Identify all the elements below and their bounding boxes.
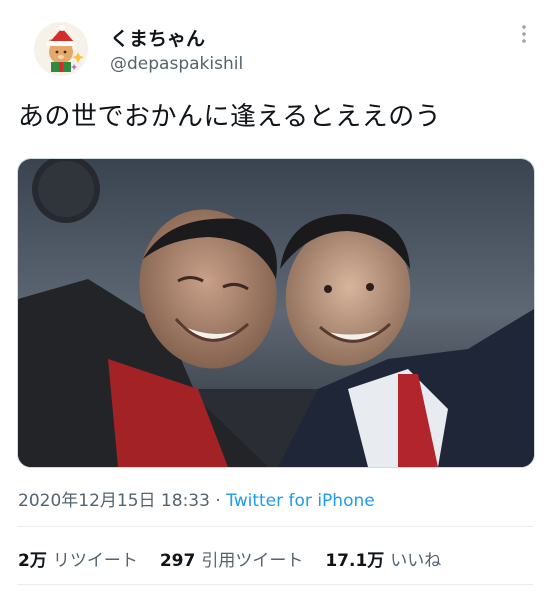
tweet-header: くまちゃん @depaspakishil bbox=[16, 10, 534, 80]
tweet-text: あの世でおかんに逢えるとええのう bbox=[18, 102, 442, 132]
tweet-photo[interactable] bbox=[17, 158, 535, 468]
display-name[interactable]: くまちゃん bbox=[110, 24, 205, 51]
retweets-label[interactable]: リツイート bbox=[53, 551, 138, 571]
divider bbox=[17, 584, 533, 585]
likes-label[interactable]: いいね bbox=[390, 551, 441, 571]
tweet-source-link[interactable]: Twitter for iPhone bbox=[226, 491, 375, 511]
tweet-timestamp[interactable]: 2020年12月15日 18:33 bbox=[18, 491, 210, 511]
retweets-count[interactable]: 2万 bbox=[18, 551, 47, 571]
meta-separator: · bbox=[215, 491, 221, 511]
more-vertical-icon[interactable] bbox=[514, 24, 534, 44]
quotes-label[interactable]: 引用ツイート bbox=[201, 551, 303, 571]
divider bbox=[17, 526, 533, 527]
user-handle[interactable]: @depaspakishil bbox=[110, 54, 243, 74]
likes-count[interactable]: 17.1万 bbox=[325, 551, 384, 571]
tweet-stats: 2万 リツイート 297 引用ツイート 17.1万 いいね bbox=[18, 546, 463, 571]
quotes-count[interactable]: 297 bbox=[160, 551, 196, 571]
tweet-card: くまちゃん @depaspakishil あの世でおかんに逢えるとええのう 20… bbox=[0, 0, 550, 592]
tweet-meta: 2020年12月15日 18:33 · Twitter for iPhone bbox=[18, 486, 375, 511]
avatar[interactable] bbox=[34, 22, 88, 76]
